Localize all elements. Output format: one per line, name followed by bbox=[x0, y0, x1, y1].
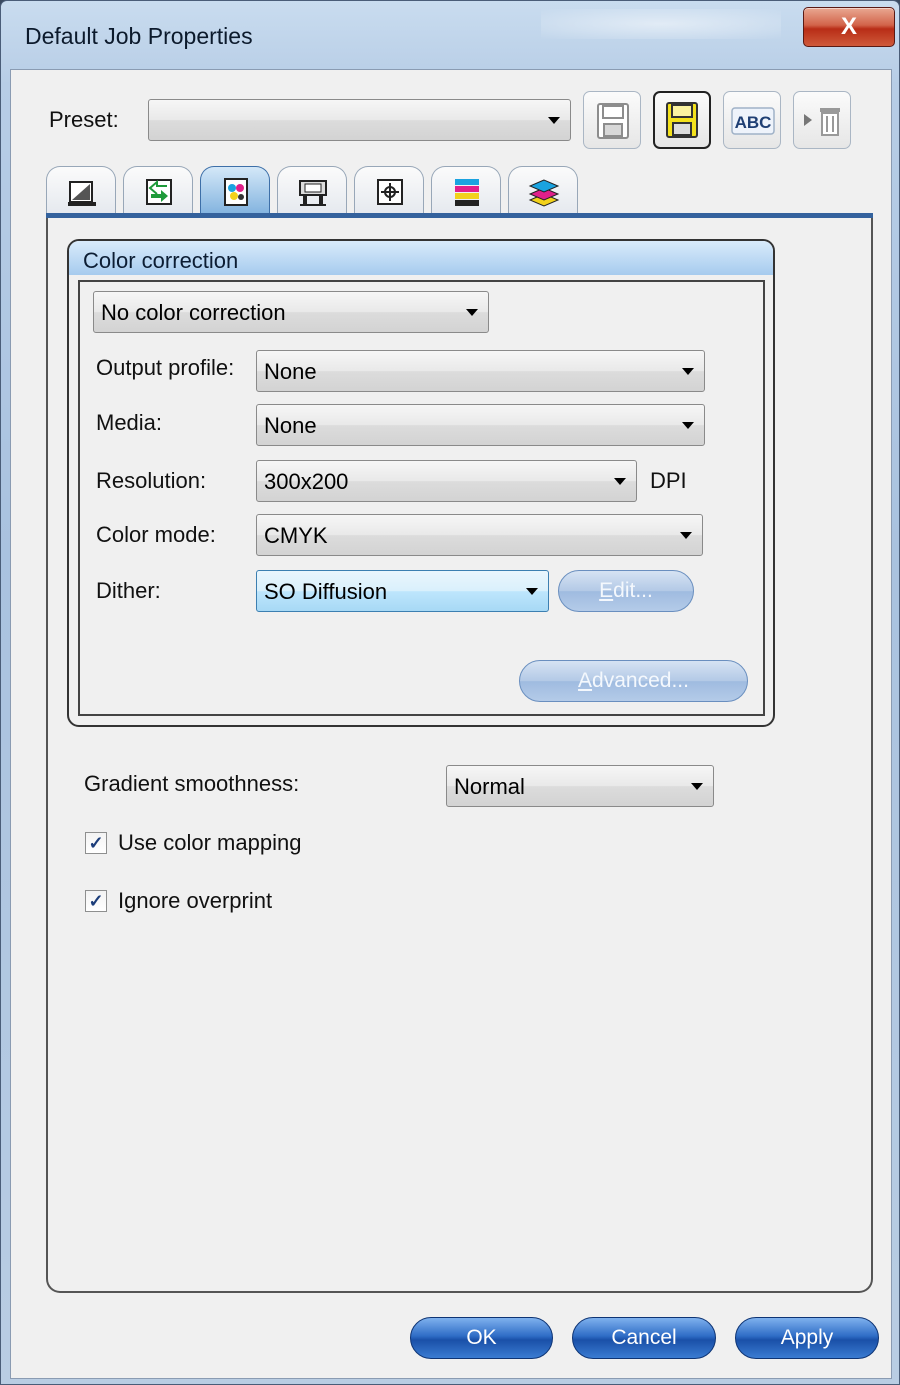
ok-button[interactable]: OK bbox=[410, 1317, 553, 1359]
color-correction-mode-dropdown[interactable]: No color correction bbox=[93, 291, 489, 333]
preset-label: Preset: bbox=[49, 107, 119, 132]
gradient-smoothness-label: Gradient smoothness: bbox=[84, 771, 300, 796]
tab-color-bars[interactable] bbox=[431, 166, 501, 216]
rename-icon: ABC bbox=[731, 107, 775, 135]
advanced-access-key: A bbox=[578, 669, 593, 692]
close-button[interactable]: X bbox=[803, 7, 895, 47]
save-as-icon bbox=[666, 102, 698, 138]
use-color-mapping-label[interactable]: Use color mapping bbox=[118, 830, 301, 856]
title-bar-glow bbox=[541, 9, 781, 39]
output-profile-value: None bbox=[264, 359, 317, 384]
dither-value: SO Diffusion bbox=[264, 579, 388, 604]
edit-access-key: E bbox=[599, 579, 614, 602]
save-icon bbox=[597, 103, 629, 139]
color-mode-value: CMYK bbox=[264, 523, 328, 548]
chevron-down-icon bbox=[691, 783, 703, 790]
gradient-smoothness-dropdown[interactable]: Normal bbox=[446, 765, 714, 807]
output-profile-label: Output profile: bbox=[96, 355, 235, 380]
media-label: Media: bbox=[96, 410, 163, 435]
tab-layout[interactable] bbox=[46, 166, 116, 216]
chevron-down-icon bbox=[680, 532, 692, 539]
title-bar[interactable]: Default Job Properties X bbox=[1, 1, 899, 69]
resolution-value: 300x200 bbox=[264, 469, 349, 494]
output-profile-dropdown[interactable]: None bbox=[256, 350, 705, 392]
chevron-down-icon bbox=[682, 368, 694, 375]
ignore-overprint-checkbox[interactable]: ✓ bbox=[85, 890, 107, 912]
dialog-window: Default Job Properties X Preset: ABC Col… bbox=[0, 0, 900, 1385]
preset-dropdown[interactable] bbox=[148, 99, 571, 141]
color-mode-label: Color mode: bbox=[96, 522, 216, 547]
layers-icon bbox=[528, 179, 560, 207]
color-mode-dropdown[interactable]: CMYK bbox=[256, 514, 703, 556]
tab-transform[interactable] bbox=[123, 166, 193, 216]
color-bars-icon bbox=[455, 179, 479, 206]
resolution-dropdown[interactable]: 300x200 bbox=[256, 460, 637, 502]
resolution-label: Resolution: bbox=[96, 468, 207, 493]
delete-icon bbox=[804, 108, 840, 136]
advanced-button[interactable]: Advanced... bbox=[519, 660, 748, 702]
apply-button[interactable]: Apply bbox=[735, 1317, 879, 1359]
edit-label: dit... bbox=[613, 579, 653, 602]
save-preset-button[interactable] bbox=[583, 91, 641, 149]
chevron-down-icon bbox=[682, 422, 694, 429]
tab-color[interactable] bbox=[200, 166, 270, 216]
dither-label: Dither: bbox=[96, 578, 161, 603]
tab-crop-marks[interactable] bbox=[354, 166, 424, 216]
chevron-down-icon bbox=[526, 588, 538, 595]
color-correction-mode-value: No color correction bbox=[101, 300, 286, 325]
layout-icon bbox=[68, 181, 96, 206]
color-icon bbox=[224, 178, 248, 206]
cancel-button[interactable]: Cancel bbox=[572, 1317, 716, 1359]
advanced-label: dvanced... bbox=[592, 669, 689, 692]
save-as-preset-button[interactable] bbox=[653, 91, 711, 149]
transform-icon bbox=[146, 179, 172, 205]
gradient-smoothness-value: Normal bbox=[454, 774, 525, 799]
tab-printer[interactable] bbox=[277, 166, 347, 216]
rename-icon-text: ABC bbox=[735, 113, 772, 132]
window-title: Default Job Properties bbox=[25, 23, 253, 49]
media-value: None bbox=[264, 413, 317, 438]
crop-marks-icon bbox=[377, 179, 403, 205]
use-color-mapping-checkbox[interactable]: ✓ bbox=[85, 832, 107, 854]
color-correction-heading: Color correction bbox=[69, 241, 773, 275]
ignore-overprint-label[interactable]: Ignore overprint bbox=[118, 888, 272, 914]
resolution-unit: DPI bbox=[650, 468, 687, 493]
tab-layers[interactable] bbox=[508, 166, 578, 216]
chevron-down-icon bbox=[466, 309, 478, 316]
edit-dither-button[interactable]: Edit... bbox=[558, 570, 694, 612]
rename-preset-button[interactable]: ABC bbox=[723, 91, 781, 149]
delete-preset-button[interactable] bbox=[793, 91, 851, 149]
chevron-down-icon bbox=[614, 478, 626, 485]
chevron-down-icon bbox=[548, 117, 560, 124]
media-dropdown[interactable]: None bbox=[256, 404, 705, 446]
printer-icon bbox=[299, 180, 327, 206]
dither-dropdown[interactable]: SO Diffusion bbox=[256, 570, 549, 612]
